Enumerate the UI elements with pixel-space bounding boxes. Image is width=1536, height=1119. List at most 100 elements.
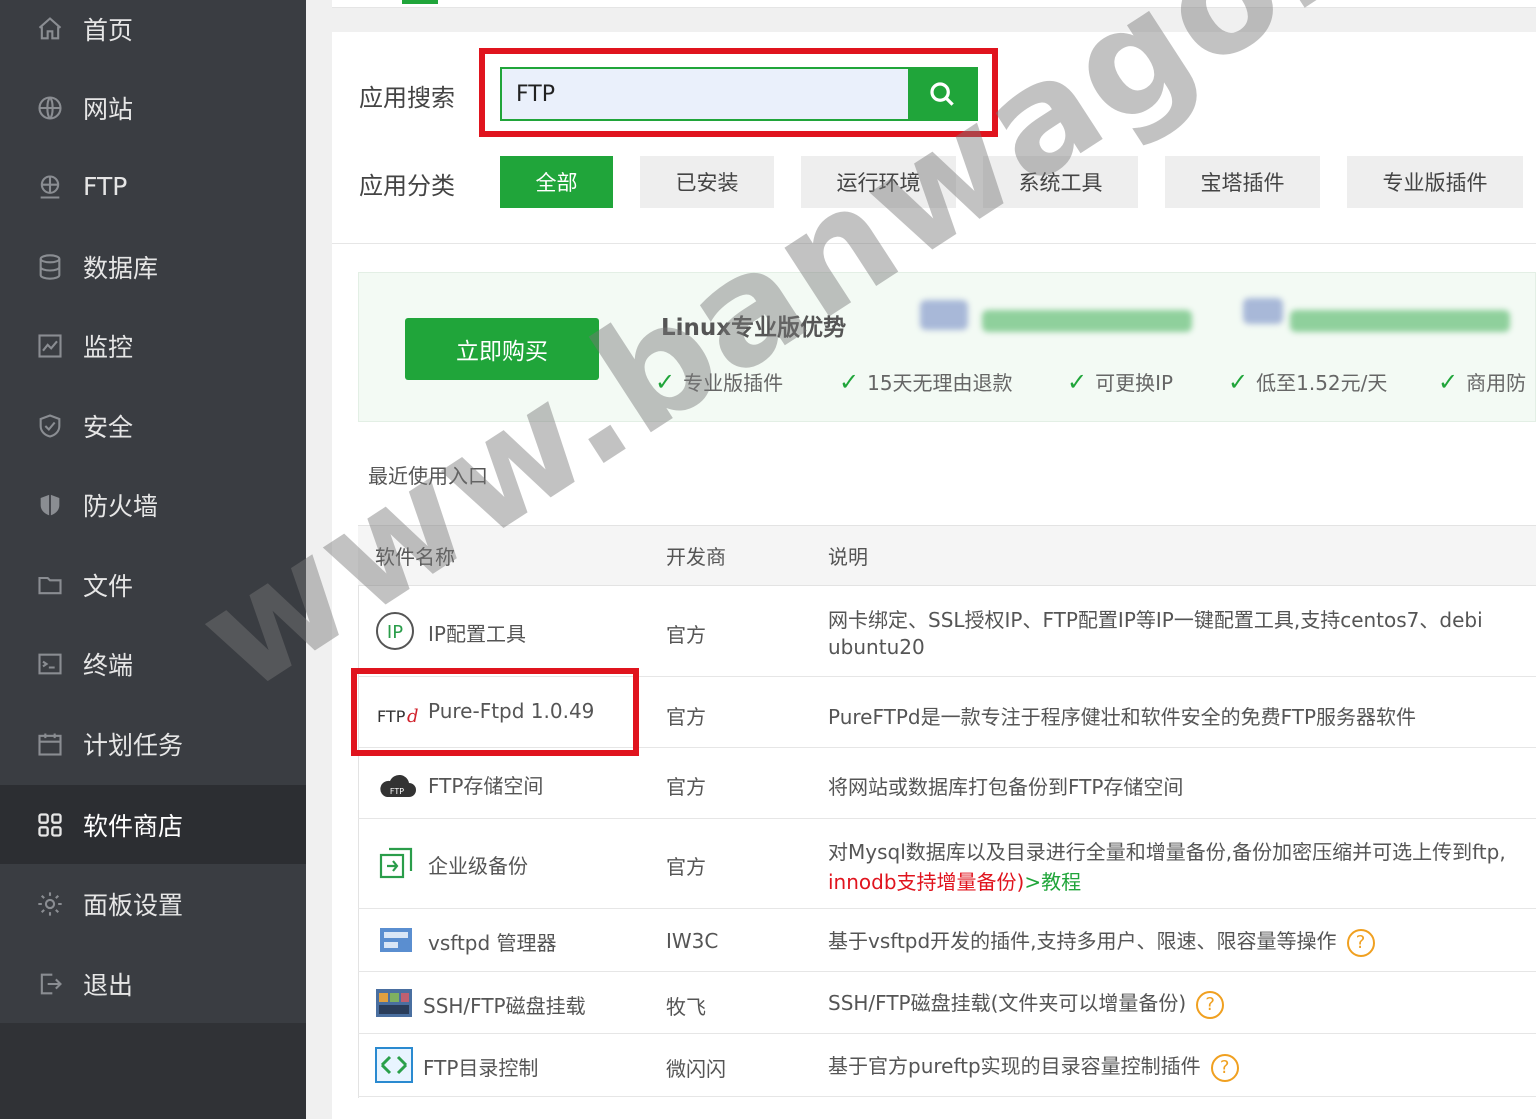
sidebar-item-logout[interactable]: 退出 xyxy=(0,944,306,1023)
promo-feature: ✓ 可更换IP xyxy=(1067,367,1173,396)
software-desc-extra: innodb支持增量备份)>教程 xyxy=(828,866,1081,895)
software-desc: ubuntu20 xyxy=(828,635,925,659)
row-divider xyxy=(358,971,1536,972)
software-name[interactable]: SSH/FTP磁盘挂载 xyxy=(423,990,586,1019)
ftpd-logo-icon: FTP d xyxy=(376,694,420,734)
sidebar-item-terminal[interactable]: 终端 xyxy=(0,624,306,703)
sidebar-item-label: 面板设置 xyxy=(83,890,184,920)
category-installed[interactable]: 已安装 xyxy=(640,156,774,208)
promo-feature-label: 专业版插件 xyxy=(683,371,784,395)
promo-feature: ✓ 专业版插件 xyxy=(655,367,783,396)
search-button[interactable] xyxy=(908,69,976,119)
software-name[interactable]: 企业级备份 xyxy=(428,850,528,879)
promo-title: Linux专业版优势 xyxy=(661,315,847,341)
vsftpd-icon xyxy=(376,920,416,960)
help-icon[interactable]: ? xyxy=(1210,1053,1239,1082)
category-system-tools[interactable]: 系统工具 xyxy=(983,156,1138,208)
row-divider xyxy=(358,1096,1536,1097)
sidebar-item-ftp[interactable]: FTP xyxy=(0,147,306,226)
sidebar-item-label: 安全 xyxy=(83,412,134,442)
help-icon[interactable]: ? xyxy=(1346,928,1375,957)
software-name[interactable]: IP配置工具 xyxy=(428,618,526,647)
sidebar-item-label: 终端 xyxy=(83,650,134,680)
blurred-text xyxy=(1290,310,1510,332)
row-divider xyxy=(358,747,1536,748)
sidebar-item-firewall[interactable]: 防火墙 xyxy=(0,465,306,544)
promo-feature: ✓ 商用防 xyxy=(1438,367,1526,396)
promo-feature-label: 低至1.52元/天 xyxy=(1256,371,1388,395)
gear-icon xyxy=(35,889,65,919)
blurred-avatar xyxy=(920,300,968,330)
ip-icon: IP xyxy=(375,611,415,651)
sidebar-item-settings[interactable]: 面板设置 xyxy=(0,864,306,943)
ftp-icon xyxy=(35,172,65,202)
disk-mount-icon xyxy=(374,983,414,1023)
software-name[interactable]: Pure-Ftpd 1.0.49 xyxy=(428,699,594,723)
software-vendor: 官方 xyxy=(666,623,706,647)
category-label: 应用分类 xyxy=(359,172,455,200)
svg-text:d: d xyxy=(407,706,419,727)
desc-highlight: innodb支持增量备份) xyxy=(828,870,1025,894)
promo-feature: ✓ 低至1.52元/天 xyxy=(1228,367,1387,396)
logout-icon xyxy=(35,969,65,999)
software-desc: 网卡绑定、SSL授权IP、FTP配置IP等IP一键配置工具,支持centos7、… xyxy=(828,608,1483,632)
active-tab-marker xyxy=(402,0,438,4)
category-runtime[interactable]: 运行环境 xyxy=(801,156,956,208)
buy-now-button[interactable]: 立即购买 xyxy=(405,318,599,380)
row-divider xyxy=(358,818,1536,819)
recent-entry-label: 最近使用入口 xyxy=(368,464,488,488)
help-icon[interactable]: ? xyxy=(1196,990,1225,1019)
category-bt-plugins[interactable]: 宝塔插件 xyxy=(1165,156,1320,208)
svg-text:FTP: FTP xyxy=(377,707,406,726)
software-desc: 基于官方pureftp实现的目录容量控制插件 xyxy=(828,1054,1201,1078)
sidebar-item-label: 监控 xyxy=(83,332,134,362)
globe-icon xyxy=(35,93,65,123)
software-desc: 将网站或数据库打包备份到FTP存储空间 xyxy=(828,775,1184,799)
promo-feature: ✓ 15天无理由退款 xyxy=(839,367,1013,396)
check-icon: ✓ xyxy=(839,367,860,396)
firewall-icon xyxy=(35,490,65,520)
software-vendor: 微闪闪 xyxy=(666,1057,726,1081)
promo-feature-label: 可更换IP xyxy=(1095,371,1174,395)
software-vendor: IW3C xyxy=(666,929,719,953)
tutorial-link[interactable]: >教程 xyxy=(1024,870,1081,894)
software-vendor: 官方 xyxy=(666,855,706,879)
svg-text:IP: IP xyxy=(387,622,403,643)
search-input[interactable] xyxy=(502,69,910,119)
row-divider xyxy=(358,676,1536,677)
software-desc-row: 基于vsftpd开发的插件,支持多用户、限速、限容量等操作? xyxy=(828,925,1375,957)
check-icon: ✓ xyxy=(655,367,676,396)
software-desc-row: 基于官方pureftp实现的目录容量控制插件? xyxy=(828,1050,1239,1082)
shield-icon xyxy=(35,411,65,441)
sidebar-item-monitor[interactable]: 监控 xyxy=(0,306,306,385)
software-name[interactable]: FTP目录控制 xyxy=(423,1052,538,1081)
svg-text:FTP: FTP xyxy=(390,787,404,796)
sidebar-item-files[interactable]: 文件 xyxy=(0,545,306,624)
folder-icon xyxy=(35,570,65,600)
promo-feature-label: 15天无理由退款 xyxy=(867,371,1013,395)
software-name[interactable]: FTP存储空间 xyxy=(428,770,543,799)
terminal-icon xyxy=(35,649,65,679)
software-desc: 基于vsftpd开发的插件,支持多用户、限速、限容量等操作 xyxy=(828,929,1337,953)
sidebar-footer xyxy=(0,1023,306,1119)
column-header-name: 软件名称 xyxy=(375,545,455,569)
column-header-vendor: 开发商 xyxy=(666,545,726,569)
sidebar-item-website[interactable]: 网站 xyxy=(0,68,306,147)
backup-icon xyxy=(376,843,416,883)
sidebar-item-label: 网站 xyxy=(83,94,134,124)
sidebar-item-security[interactable]: 安全 xyxy=(0,386,306,465)
promo-feature-label: 商用防 xyxy=(1466,371,1527,395)
sidebar-item-app-store[interactable]: 软件商店 xyxy=(0,785,306,864)
check-icon: ✓ xyxy=(1438,367,1459,396)
software-name[interactable]: vsftpd 管理器 xyxy=(428,927,557,956)
sidebar-item-home[interactable]: 首页 xyxy=(0,0,306,68)
sidebar-item-database[interactable]: 数据库 xyxy=(0,227,306,306)
top-tab-strip xyxy=(332,0,1536,8)
sidebar-item-label: 退出 xyxy=(83,970,134,1000)
sidebar-item-cron[interactable]: 计划任务 xyxy=(0,704,306,783)
category-all[interactable]: 全部 xyxy=(500,156,613,208)
blurred-text xyxy=(982,310,1192,332)
software-desc: 对Mysql数据库以及目录进行全量和增量备份,备份加密压缩并可选上传到ftp, xyxy=(828,840,1506,864)
category-pro-plugins[interactable]: 专业版插件 xyxy=(1347,156,1523,208)
section-divider xyxy=(332,243,1536,244)
